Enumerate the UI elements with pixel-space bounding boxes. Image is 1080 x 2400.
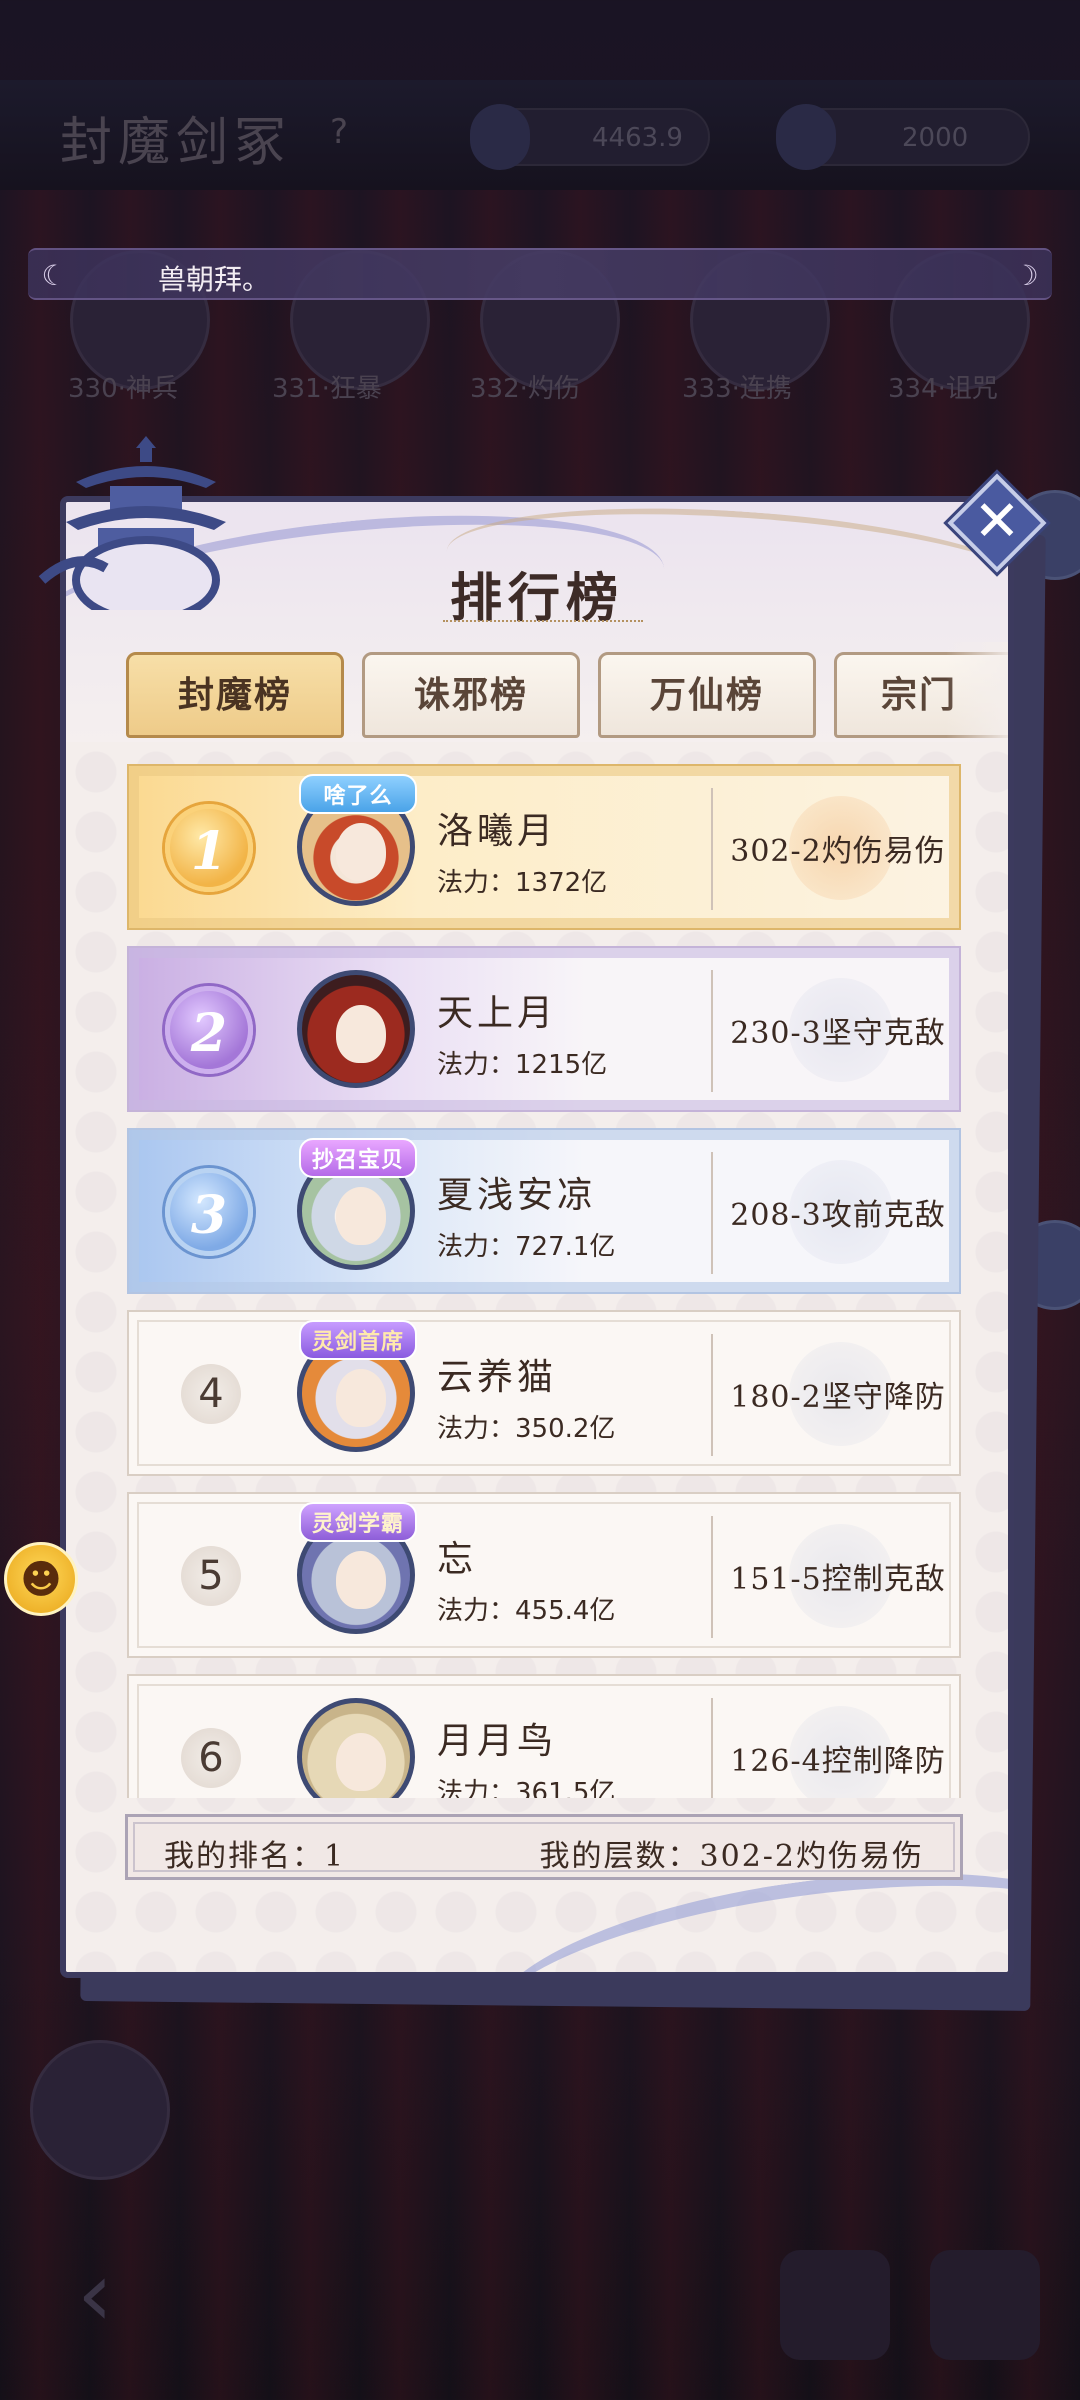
rank-number: 4 <box>181 1364 241 1424</box>
my-floor: 我的层数：302-2灼伤易伤 <box>539 1839 924 1874</box>
floor-label: 333·连携 <box>682 374 792 404</box>
floor-reached: 302-2灼伤易伤 <box>730 834 946 869</box>
back-arrow-icon[interactable]: ‹ <box>40 2240 150 2350</box>
tab-fengmo[interactable]: 封魔榜 <box>126 652 344 738</box>
tab-wanxian[interactable]: 万仙榜 <box>598 652 816 738</box>
floor-reached: 208-3攻前克敌 <box>730 1198 946 1233</box>
pagoda-ornament-icon <box>38 436 226 610</box>
my-rank: 我的排名：1 <box>164 1839 346 1874</box>
avatar[interactable] <box>297 1698 415 1798</box>
player-power: 法力：727.1亿 <box>437 1232 616 1262</box>
player-power: 法力：455.4亿 <box>437 1596 616 1626</box>
player-name: 洛曦月 <box>437 811 558 852</box>
avatar[interactable] <box>297 970 415 1088</box>
avatar-face <box>336 1369 386 1427</box>
ranking-list[interactable]: 1 啥了么 洛曦月 法力：1372亿 302-2灼伤易伤 2 天上月 法力：12… <box>66 764 1008 1798</box>
energy-icon <box>776 104 836 170</box>
avatar-face <box>336 1005 386 1063</box>
help-icon[interactable]: ? <box>330 112 348 152</box>
bottom-menu-icon <box>930 2250 1040 2360</box>
floor-reached: 126-4控制降防 <box>730 1744 946 1779</box>
player-power: 法力：350.2亿 <box>437 1414 616 1444</box>
bottom-menu-icon <box>780 2250 890 2360</box>
floor-label: 334·诅咒 <box>888 374 998 404</box>
tab-zhuxie[interactable]: 诛邪榜 <box>362 652 580 738</box>
avatar-face <box>336 1551 386 1609</box>
floor-label: 332·灼伤 <box>470 374 580 404</box>
avatar-frame-badge: 啥了么 <box>299 774 417 814</box>
avatar-frame-badge: 抄召宝贝 <box>299 1138 417 1178</box>
divider <box>711 1152 713 1274</box>
crescent-moon-icon: ☽ <box>1013 259 1039 292</box>
gold-medal-icon: 1 <box>165 804 253 892</box>
avatar-face <box>336 1733 386 1791</box>
floor-label: 331·狂暴 <box>272 374 382 404</box>
floor-reached: 151-5控制克敌 <box>730 1562 946 1597</box>
crescent-moon-icon: ☾ <box>41 259 67 292</box>
avatar-face <box>336 823 386 881</box>
rank-number: 6 <box>181 1728 241 1788</box>
skill-icon <box>30 2040 170 2180</box>
player-power: 法力：1215亿 <box>437 1050 608 1080</box>
my-ranking-bar: 我的排名：1 我的层数：302-2灼伤易伤 <box>125 1814 963 1880</box>
player-name: 夏浅安凉 <box>437 1175 598 1216</box>
player-name: 忘 <box>437 1539 478 1580</box>
announcement-bar: ☾ 兽朝拜。 ☽ <box>28 248 1052 300</box>
ranking-row[interactable]: 6 月月鸟 法力：361.5亿 126-4控制降防 <box>127 1674 961 1798</box>
ranking-row[interactable]: 1 啥了么 洛曦月 法力：1372亿 302-2灼伤易伤 <box>127 764 961 930</box>
title-ornament <box>443 620 643 630</box>
player-name: 月月鸟 <box>437 1721 558 1762</box>
floor-label: 330·神兵 <box>68 374 178 404</box>
ranking-row[interactable]: 3 抄召宝贝 夏浅安凉 法力：727.1亿 208-3攻前克敌 <box>127 1128 961 1294</box>
divider <box>711 788 713 910</box>
player-name: 天上月 <box>437 993 558 1034</box>
player-name: 云养猫 <box>437 1357 558 1398</box>
avatar-frame-badge: 灵剑首席 <box>299 1320 417 1360</box>
scene-title: 封魔剑冢 <box>60 113 293 173</box>
blue-medal-icon: 3 <box>165 1168 253 1256</box>
purple-medal-icon: 2 <box>165 986 253 1074</box>
rank-number: 5 <box>181 1546 241 1606</box>
divider <box>711 970 713 1092</box>
gem-icon <box>470 104 530 170</box>
pet-bubble-icon[interactable]: ☻ <box>4 1542 78 1616</box>
divider <box>711 1516 713 1638</box>
avatar-frame-badge: 灵剑学霸 <box>299 1502 417 1542</box>
avatar-face <box>336 1187 386 1245</box>
player-power: 法力：1372亿 <box>437 868 608 898</box>
ranking-row[interactable]: 2 天上月 法力：1215亿 230-3坚守克敌 <box>127 946 961 1112</box>
divider <box>711 1334 713 1456</box>
divider <box>711 1698 713 1798</box>
player-power: 法力：361.5亿 <box>437 1778 616 1798</box>
ranking-row[interactable]: 5 灵剑学霸 忘 法力：455.4亿 151-5控制克敌 <box>127 1492 961 1658</box>
floor-reached: 230-3坚守克敌 <box>730 1016 946 1051</box>
ranking-row[interactable]: 4 灵剑首席 云养猫 法力：350.2亿 180-2坚守降防 <box>127 1310 961 1476</box>
leaderboard-panel: 排行榜 封魔榜 诛邪榜 万仙榜 宗门 1 啥了么 洛曦月 法力：1372亿 30… <box>60 496 1014 1978</box>
tab-scroll-fade <box>946 642 1008 742</box>
close-icon[interactable]: ✕ <box>962 488 1032 558</box>
floor-reached: 180-2坚守降防 <box>730 1380 946 1415</box>
announcement-text: 兽朝拜。 <box>158 263 271 296</box>
